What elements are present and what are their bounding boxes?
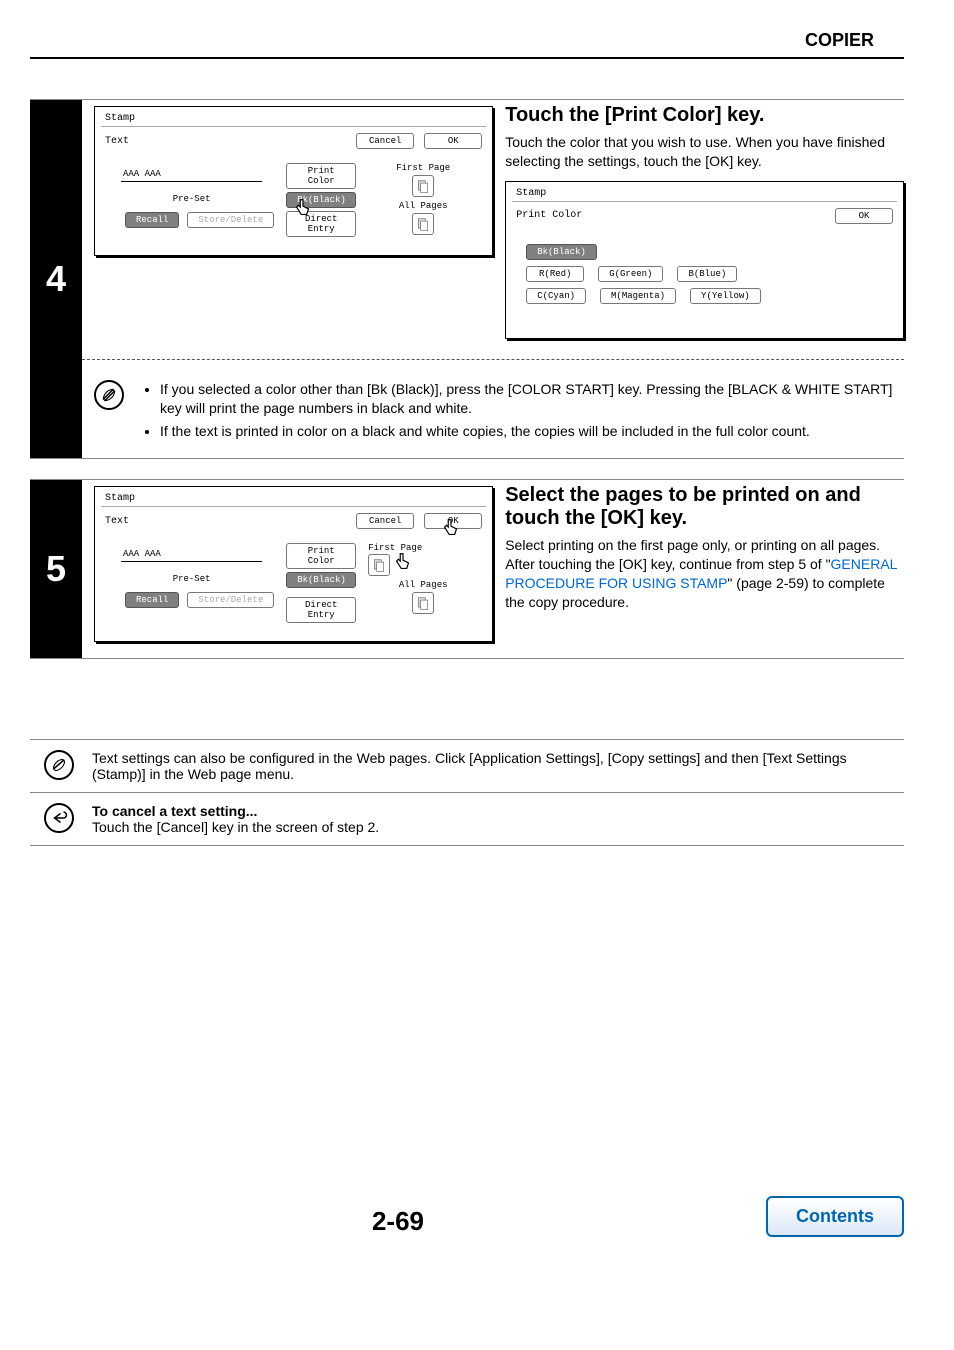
print-color-button[interactable]: Print Color xyxy=(286,543,356,569)
preset-label: Pre-Set xyxy=(109,574,274,584)
store-delete-button[interactable]: Store/Delete xyxy=(187,592,274,608)
ui-subtitle: Print Color xyxy=(516,210,582,221)
all-pages-label: All Pages xyxy=(399,580,448,590)
dashed-separator xyxy=(82,359,904,360)
text-entry: AAA AAA xyxy=(121,167,262,182)
page-icon xyxy=(372,558,386,572)
header-title: COPIER xyxy=(30,30,904,51)
color-bk-button[interactable]: Bk(Black) xyxy=(526,244,597,260)
recall-button[interactable]: Recall xyxy=(125,212,179,228)
pages-icon xyxy=(416,596,430,610)
touch-cursor-icon xyxy=(292,197,314,219)
ui-title: Stamp xyxy=(101,491,486,507)
note-text: To cancel a text setting... Touch the [C… xyxy=(92,803,379,835)
print-color-button[interactable]: Print Color xyxy=(286,163,356,189)
store-delete-button[interactable]: Store/Delete xyxy=(187,212,274,228)
step4-paragraph: Touch the color that you wish to use. Wh… xyxy=(505,133,904,171)
color-c-button[interactable]: C(Cyan) xyxy=(526,288,586,304)
cancel-note-title: To cancel a text setting... xyxy=(92,803,257,819)
color-m-button[interactable]: M(Magenta) xyxy=(600,288,676,304)
all-pages-thumb[interactable] xyxy=(412,213,434,235)
step-5: 5 Stamp Text Cancel OK xyxy=(30,479,904,659)
step-number-4: 4 xyxy=(30,100,82,458)
step5-heading: Select the pages to be printed on and to… xyxy=(505,484,904,530)
step-4: 4 Stamp Text Cancel OK xyxy=(30,99,904,459)
note-item: If you selected a color other than [Bk (… xyxy=(160,380,894,418)
page-icon xyxy=(416,179,430,193)
touch-cursor-icon xyxy=(392,551,414,573)
all-pages-thumb[interactable] xyxy=(412,592,434,614)
ok-button[interactable]: OK xyxy=(424,133,482,149)
touch-cursor-icon xyxy=(440,517,462,539)
step-number-5: 5 xyxy=(30,480,82,658)
back-arrow-icon xyxy=(44,803,74,833)
bk-black-button[interactable]: Bk(Black) xyxy=(286,572,356,588)
first-page-label: First Page xyxy=(396,163,450,173)
cancel-note-body: Touch the [Cancel] key in the screen of … xyxy=(92,819,379,835)
contents-button[interactable]: Contents xyxy=(766,1196,904,1237)
para-prefix: Select printing on the first page only, … xyxy=(505,537,880,572)
ui-title: Stamp xyxy=(512,186,897,202)
ok-button[interactable]: OK xyxy=(835,208,893,224)
cancel-button[interactable]: Cancel xyxy=(356,133,414,149)
direct-entry-button[interactable]: Direct Entry xyxy=(286,597,356,623)
ui-title: Stamp xyxy=(101,111,486,127)
first-page-thumb[interactable] xyxy=(412,175,434,197)
color-y-button[interactable]: Y(Yellow) xyxy=(690,288,761,304)
text-entry: AAA AAA xyxy=(121,547,262,562)
web-settings-note: Text settings can also be configured in … xyxy=(30,739,904,793)
screen-step4-right: Stamp Print Color OK Bk(Black) R(Red) G( xyxy=(505,181,904,339)
note-icon xyxy=(44,750,74,780)
note-text: Text settings can also be configured in … xyxy=(92,750,890,782)
screen-step4-left: Stamp Text Cancel OK AAA AAA Pre-Set xyxy=(94,106,493,256)
note-item: If the text is printed in color on a bla… xyxy=(160,422,894,441)
color-g-button[interactable]: G(Green) xyxy=(598,266,663,282)
color-b-button[interactable]: B(Blue) xyxy=(677,266,737,282)
note-icon xyxy=(94,380,124,410)
first-page-thumb[interactable] xyxy=(368,554,390,576)
step4-heading: Touch the [Print Color] key. xyxy=(505,104,904,127)
cancel-note: To cancel a text setting... Touch the [C… xyxy=(30,793,904,846)
recall-button[interactable]: Recall xyxy=(125,592,179,608)
screen-step5: Stamp Text Cancel OK xyxy=(94,486,493,642)
step5-paragraph: Select printing on the first page only, … xyxy=(505,536,904,612)
header-divider xyxy=(30,57,904,59)
cancel-button[interactable]: Cancel xyxy=(356,513,414,529)
ui-subtitle: Text xyxy=(105,136,129,147)
pages-icon xyxy=(416,217,430,231)
page-number: 2-69 xyxy=(372,1206,424,1236)
step4-notes: If you selected a color other than [Bk (… xyxy=(142,380,894,445)
ui-subtitle: Text xyxy=(105,516,129,527)
preset-label: Pre-Set xyxy=(109,194,274,204)
all-pages-label: All Pages xyxy=(399,201,448,211)
color-r-button[interactable]: R(Red) xyxy=(526,266,584,282)
